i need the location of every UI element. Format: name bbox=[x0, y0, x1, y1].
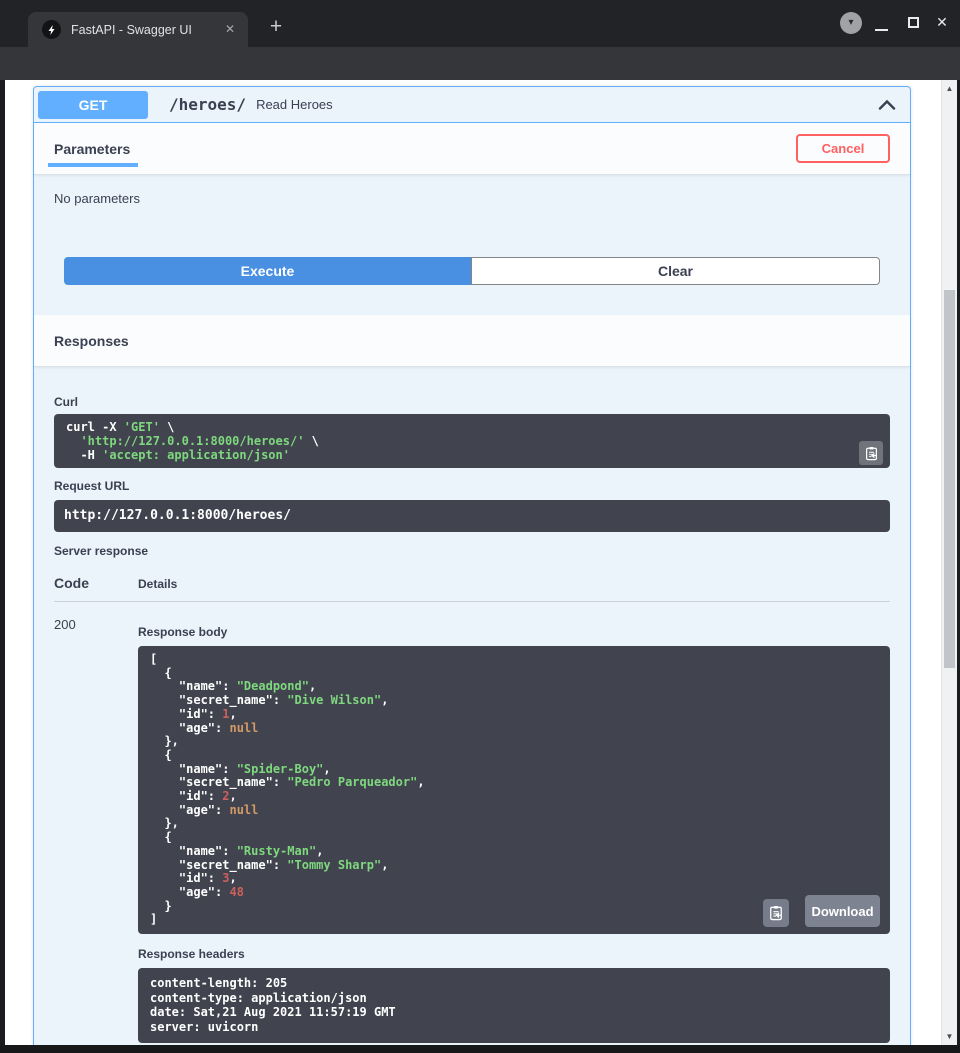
collapse-chevron-icon[interactable] bbox=[878, 99, 896, 110]
titlebar: FastAPI - Swagger UI ✕ + ▾ ✕ bbox=[0, 0, 960, 47]
response-body-block: [ { "name": "Deadpond", "secret_name": "… bbox=[138, 646, 890, 934]
code-column-header: Code bbox=[54, 575, 138, 591]
parameters-section-header: Parameters Cancel bbox=[34, 123, 910, 175]
http-method-badge: GET bbox=[38, 91, 148, 119]
curl-command-block: curl -X 'GET' \ 'http://127.0.0.1:8000/h… bbox=[54, 414, 890, 468]
request-url-block: http://127.0.0.1:8000/heroes/ bbox=[54, 500, 890, 532]
window-close-button[interactable]: ✕ bbox=[932, 12, 952, 32]
parameters-title: Parameters bbox=[54, 141, 130, 157]
copy-response-button[interactable] bbox=[763, 899, 789, 927]
response-table-header: Code Details bbox=[54, 575, 890, 602]
download-button[interactable]: Download bbox=[805, 895, 880, 927]
page-content: GET /heroes/ Read Heroes Parameters Canc… bbox=[5, 80, 941, 1045]
responses-body: Curl curl -X 'GET' \ 'http://127.0.0.1:8… bbox=[34, 395, 910, 1045]
endpoint-summary: Read Heroes bbox=[256, 97, 333, 112]
execute-button-group: Execute Clear bbox=[64, 257, 880, 285]
cancel-button[interactable]: Cancel bbox=[796, 134, 890, 163]
curl-command-text: curl -X 'GET' \ 'http://127.0.0.1:8000/h… bbox=[66, 420, 319, 462]
execute-button[interactable]: Execute bbox=[64, 257, 471, 285]
responses-title: Responses bbox=[54, 333, 129, 349]
parameters-tab-underline bbox=[48, 163, 138, 167]
status-code: 200 bbox=[54, 602, 138, 1043]
window-bottom-border bbox=[0, 1045, 960, 1053]
server-response-label: Server response bbox=[54, 544, 890, 558]
response-body-json: [ { "name": "Deadpond", "secret_name": "… bbox=[150, 652, 425, 926]
details-column-header: Details bbox=[138, 577, 177, 591]
browser-window: FastAPI - Swagger UI ✕ + ▾ ✕ ← → ↻ ⓘ 127… bbox=[0, 0, 960, 1053]
response-headers-block: content-length: 205 content-type: applic… bbox=[138, 968, 890, 1043]
response-body-label: Response body bbox=[138, 625, 890, 639]
opblock-summary[interactable]: GET /heroes/ Read Heroes bbox=[34, 87, 910, 123]
browser-toolbar: ← → ↻ ⓘ 127.0.0.1:8000/docs#/default/rea… bbox=[0, 47, 960, 80]
curl-label: Curl bbox=[54, 395, 890, 409]
tab-search-button[interactable]: ▾ bbox=[840, 12, 862, 34]
browser-tab[interactable]: FastAPI - Swagger UI ✕ bbox=[28, 12, 248, 47]
scrollbar-thumb[interactable] bbox=[944, 290, 955, 668]
vertical-scrollbar[interactable]: ▲ ▼ bbox=[941, 80, 957, 1045]
tab-close-icon[interactable]: ✕ bbox=[221, 20, 239, 38]
scroll-down-arrow-icon[interactable]: ▼ bbox=[942, 1032, 957, 1041]
window-left-border bbox=[0, 80, 5, 1053]
responses-section-header: Responses bbox=[34, 315, 910, 367]
opblock-get-heroes: GET /heroes/ Read Heroes Parameters Canc… bbox=[33, 86, 911, 1045]
request-url-label: Request URL bbox=[54, 479, 890, 493]
endpoint-path: /heroes/ bbox=[169, 95, 246, 114]
response-details: Response body [ { "name": "Deadpond", "s… bbox=[138, 602, 890, 1043]
maximize-button[interactable] bbox=[908, 17, 919, 28]
fastapi-favicon-icon bbox=[42, 20, 61, 39]
tab-title: FastAPI - Swagger UI bbox=[71, 23, 192, 37]
copy-curl-button[interactable] bbox=[859, 441, 883, 465]
no-parameters-text: No parameters bbox=[34, 175, 910, 206]
response-row: 200 Response body [ { "name": "Deadpond"… bbox=[54, 602, 890, 1043]
response-body-actions: Download bbox=[763, 895, 880, 927]
minimize-button[interactable] bbox=[875, 29, 888, 31]
clear-button[interactable]: Clear bbox=[471, 257, 880, 285]
new-tab-button[interactable]: + bbox=[262, 13, 290, 41]
response-headers-label: Response headers bbox=[138, 947, 890, 961]
scroll-up-arrow-icon[interactable]: ▲ bbox=[942, 84, 957, 93]
